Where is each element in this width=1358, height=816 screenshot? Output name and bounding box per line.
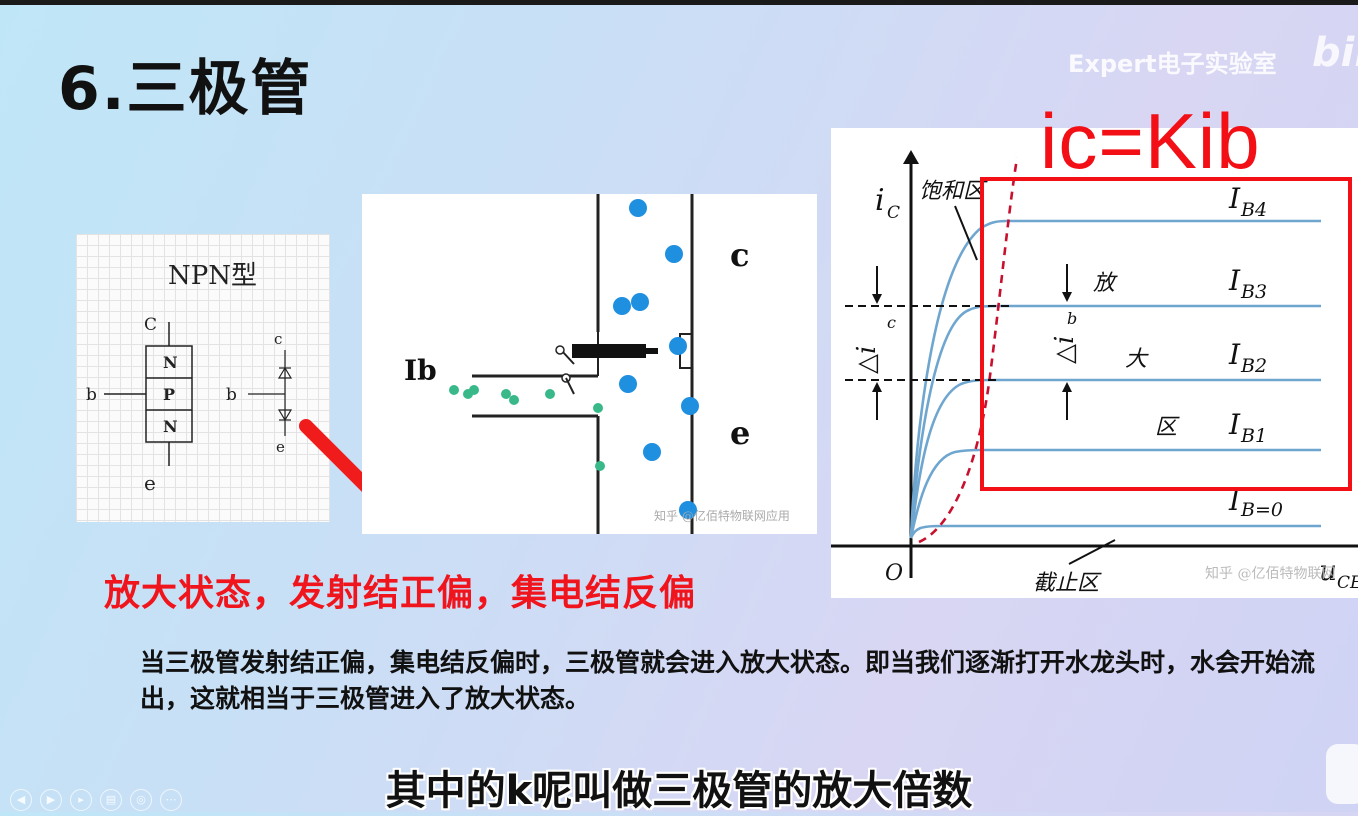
cutoff-label: 截止区	[1033, 571, 1102, 596]
amplification-region-highlight	[980, 177, 1352, 491]
top-bar	[0, 0, 1358, 5]
label-ib0-sub: B=0	[1240, 499, 1283, 521]
electron-dots	[613, 199, 699, 519]
diode-b-label: b	[226, 385, 237, 405]
curve-watermark: 知乎 @亿佰特物联网	[1205, 565, 1335, 582]
y-axis-sub: C	[887, 203, 900, 223]
diode-c-label: c	[274, 330, 282, 348]
layer-n-top: N	[163, 353, 178, 372]
channel-watermark: Expert电子实验室	[1068, 50, 1277, 78]
e-label: e	[730, 414, 750, 452]
description-text: 当三极管发射结正偏，集电结反偏时，三极管就会进入放大状态。即当我们逐渐打开水龙头…	[140, 648, 1316, 713]
npn-e-label: e	[144, 471, 156, 495]
c-label: c	[730, 236, 749, 274]
next-icon[interactable]: ▸	[70, 789, 92, 811]
diode-e-label: e	[276, 438, 285, 456]
npn-diagram: NPN型 C N P N b e c b e	[86, 261, 293, 495]
curve-ib0	[909, 524, 1321, 539]
npn-figure: NPN型 C N P N b e c b e	[76, 234, 330, 522]
x-axis-sub: CE	[1337, 573, 1358, 593]
video-subtitle: 其中的k呢叫做三极管的放大倍数	[385, 768, 973, 814]
play-icon[interactable]: ▶	[40, 789, 62, 811]
base-current-dots	[449, 385, 605, 471]
layer-n-bottom: N	[163, 417, 178, 436]
formula-text: ic=Kib	[1040, 97, 1261, 185]
flow-watermark: 知乎 @亿佰特物联网应用	[654, 508, 790, 523]
slide-title: 6.三极管	[58, 54, 313, 124]
npn-caption: NPN型	[168, 261, 257, 291]
delta-ic-label: △i	[852, 346, 882, 374]
bilibili-logo: bili	[1312, 30, 1358, 76]
ib-label: Ib	[404, 354, 437, 387]
amplification-state-caption: 放大状态，发射结正偏，集电结反偏	[104, 573, 697, 614]
settings-icon[interactable]: ▤	[100, 789, 122, 811]
player-controls: ◀ ▶ ▸ ▤ ◎ ⋯	[10, 788, 190, 811]
zoom-icon[interactable]: ◎	[130, 789, 152, 811]
npn-b-label-left: b	[86, 385, 97, 405]
npn-c-label: C	[144, 315, 157, 335]
origin-label: O	[885, 561, 903, 586]
valve-handle	[572, 344, 646, 358]
prev-icon[interactable]: ◀	[10, 789, 32, 811]
delta-ic-sub: c	[887, 313, 896, 332]
layer-p: P	[163, 385, 175, 404]
y-axis-label: i	[875, 183, 885, 218]
saturation-label: 饱和区	[919, 179, 988, 204]
water-flow-diagram: Ib c e 知乎 @亿佰特物联网应用	[404, 194, 790, 534]
fullscreen-icon[interactable]: ⋯	[160, 789, 182, 811]
side-panel-button[interactable]	[1326, 744, 1358, 804]
water-flow-figure: Ib c e 知乎 @亿佰特物联网应用	[362, 194, 817, 534]
